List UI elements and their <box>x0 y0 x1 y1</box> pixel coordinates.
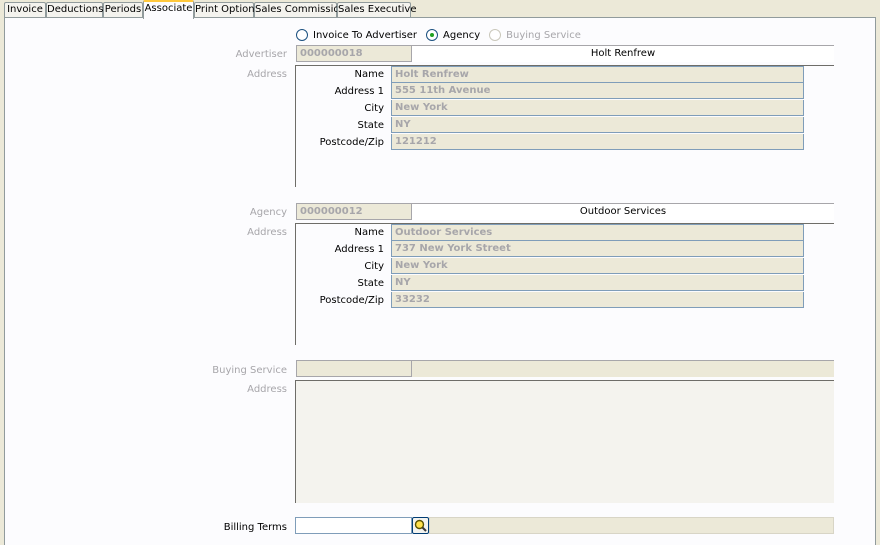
tab-bar: Invoice Deductions Periods Associate Pri… <box>0 0 880 19</box>
buying-service-address-panel <box>295 380 834 503</box>
buying-service-label: Buying Service <box>212 365 287 376</box>
radio-circle-icon <box>296 29 308 41</box>
agency-postcode-label: Postcode/Zip <box>319 295 384 306</box>
agency-name-field: Outdoor Services <box>391 224 804 241</box>
tab-invoice[interactable]: Invoice <box>4 2 46 18</box>
agency-address-label: Address <box>247 227 287 238</box>
agency-code-field: 000000012 <box>296 203 412 220</box>
agency-state-field: NY <box>391 275 804 291</box>
billing-terms-label: Billing Terms <box>223 522 287 533</box>
tab-sales-commission[interactable]: Sales Commission <box>254 2 346 18</box>
advertiser-state-field: NY <box>391 117 804 133</box>
agency-postcode-field: 33232 <box>391 292 804 308</box>
tab-sales-executive[interactable]: Sales Executive <box>337 2 416 18</box>
agency-label: Agency <box>249 207 287 218</box>
advertiser-address-panel: Name Holt Renfrew Address 1 555 11th Ave… <box>295 65 834 187</box>
buying-service-name-display <box>412 360 834 377</box>
agency-name-display: Outdoor Services <box>412 203 834 220</box>
advertiser-name-label: Name <box>354 69 384 80</box>
advertiser-postcode-label: Postcode/Zip <box>319 137 384 148</box>
advertiser-address1-field: 555 11th Avenue <box>391 83 804 99</box>
window-edge <box>876 17 880 545</box>
radio-label: Buying Service <box>506 29 581 41</box>
tab-periods[interactable]: Periods <box>103 2 143 18</box>
radio-buying-service: Buying Service <box>489 29 581 41</box>
billing-terms-description <box>429 517 834 534</box>
billing-terms-lookup-button[interactable] <box>412 517 429 534</box>
advertiser-code-field: 000000018 <box>296 45 412 62</box>
advertiser-name-field: Holt Renfrew <box>391 66 804 83</box>
advertiser-address-label: Address <box>247 69 287 80</box>
agency-city-field: New York <box>391 258 804 274</box>
advertiser-label: Advertiser <box>235 49 287 60</box>
agency-state-label: State <box>357 278 384 289</box>
advertiser-address1-label: Address 1 <box>334 86 384 97</box>
agency-city-label: City <box>364 261 384 272</box>
advertiser-city-field: New York <box>391 100 804 116</box>
agency-address1-field: 737 New York Street <box>391 241 804 257</box>
agency-address1-label: Address 1 <box>334 244 384 255</box>
search-icon <box>414 519 427 532</box>
buying-service-address-label: Address <box>247 384 287 395</box>
advertiser-city-label: City <box>364 103 384 114</box>
advertiser-state-label: State <box>357 120 384 131</box>
invoice-to-radio-group: Invoice To Advertiser Agency Buying Serv… <box>296 28 590 42</box>
radio-circle-selected-icon <box>426 29 439 41</box>
agency-address-panel: Name Outdoor Services Address 1 737 New … <box>295 223 834 345</box>
radio-agency[interactable]: Agency <box>426 29 480 41</box>
buying-service-code-field <box>296 360 412 377</box>
billing-terms-input[interactable] <box>295 517 412 534</box>
tab-associate[interactable]: Associate <box>143 0 194 19</box>
radio-label: Agency <box>443 29 481 41</box>
advertiser-postcode-field: 121212 <box>391 134 804 150</box>
radio-label: Invoice To Advertiser <box>313 29 418 41</box>
advertiser-name-display: Holt Renfrew <box>412 45 834 62</box>
tab-deductions[interactable]: Deductions <box>46 2 103 18</box>
tab-print-options[interactable]: Print Options <box>194 2 260 18</box>
radio-circle-icon <box>489 29 502 41</box>
radio-invoice-to-advertiser[interactable]: Invoice To Advertiser <box>296 29 417 41</box>
agency-name-label: Name <box>354 227 384 238</box>
